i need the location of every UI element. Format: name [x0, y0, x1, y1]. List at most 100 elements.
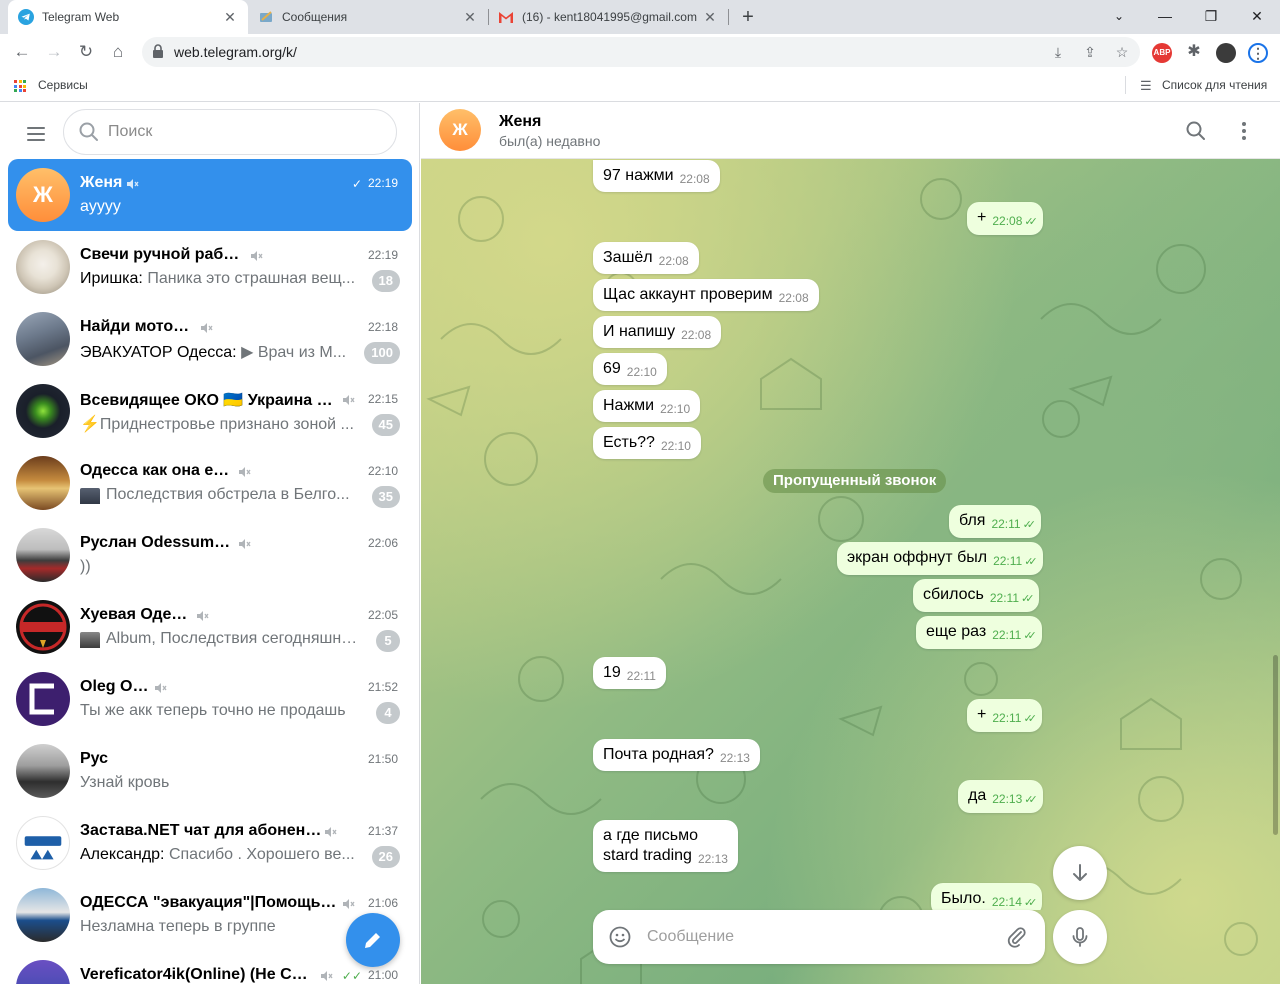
- scroll-down-button[interactable]: [1053, 846, 1107, 900]
- chat-item[interactable]: Найди мотобат 22:18 ЭВАКУАТОР Одесса: ▶ …: [8, 303, 412, 375]
- search-input[interactable]: [108, 121, 378, 143]
- message-out[interactable]: +22:08 ✓✓: [967, 202, 1043, 235]
- message-out[interactable]: да 22:13 ✓✓: [958, 780, 1043, 813]
- more-menu-icon[interactable]: ⋮: [1248, 43, 1268, 63]
- muted-icon: [325, 827, 337, 837]
- message-in[interactable]: Есть?? 22:10: [593, 427, 701, 459]
- message-out[interactable]: экран оффнут был 22:11 ✓✓: [837, 542, 1043, 575]
- media-thumbnail: [80, 488, 100, 504]
- attach-paperclip-icon[interactable]: [1005, 925, 1029, 949]
- new-tab-button[interactable]: +: [736, 5, 760, 29]
- install-app-icon[interactable]: ⤓: [1048, 42, 1068, 62]
- chat-preview: )): [80, 558, 91, 575]
- avatar: [16, 384, 70, 438]
- message-input[interactable]: [647, 926, 987, 948]
- chat-avatar[interactable]: Ж: [439, 109, 481, 151]
- message-out[interactable]: бля 22:11 ✓✓: [949, 505, 1042, 538]
- reading-list-button[interactable]: Список для чтения: [1162, 78, 1267, 92]
- chat-item[interactable]: Рус 21:50 Узнай кровь: [8, 735, 412, 807]
- bookmark-star-icon[interactable]: ☆: [1112, 42, 1132, 62]
- tab-separator: [728, 9, 729, 25]
- pencil-icon: [365, 933, 380, 948]
- tab-telegram-web[interactable]: Telegram Web ✕: [8, 0, 248, 34]
- more-vertical-icon[interactable]: [1232, 119, 1256, 143]
- unread-badge: 26: [371, 846, 400, 868]
- chat-item[interactable]: Застава.NET чат для абонентов 21:37 Алек…: [8, 807, 412, 879]
- reload-icon[interactable]: ↻: [74, 40, 98, 64]
- emoji-icon[interactable]: [608, 925, 632, 949]
- chat-item[interactable]: Свечи ручной работы 22:19 Иришка: Паника…: [8, 231, 412, 303]
- preview-text: ▶ Врач из М...: [241, 344, 347, 361]
- close-tab-icon[interactable]: ✕: [702, 9, 718, 26]
- avatar: [16, 744, 70, 798]
- microphone-icon: [1072, 927, 1088, 947]
- chat-time: 22:06: [367, 536, 398, 550]
- chat-item[interactable]: Всевидящее ОКО 🇺🇦 Украина во... 22:15 ⚡П…: [8, 375, 412, 447]
- message-out[interactable]: еще раз 22:11 ✓✓: [916, 616, 1042, 649]
- adblock-plus-icon[interactable]: ABP: [1152, 43, 1172, 63]
- minimize-icon[interactable]: —: [1142, 0, 1188, 34]
- browser-tab-bar: Telegram Web ✕ Сообщения ✕ (16) - kent18…: [0, 0, 1280, 34]
- tab-title: Telegram Web: [42, 10, 120, 24]
- hamburger-menu-icon[interactable]: [24, 123, 48, 147]
- preview-text: Спасибо . Хорошего ве...: [168, 846, 355, 863]
- tab-messages[interactable]: Сообщения ✕: [248, 0, 488, 34]
- back-icon[interactable]: ←: [10, 40, 34, 64]
- message-in[interactable]: 97 нажми 22:08: [593, 160, 720, 192]
- close-window-icon[interactable]: ✕: [1234, 0, 1280, 34]
- voice-message-button[interactable]: [1053, 910, 1107, 964]
- message-in[interactable]: а где письмо stard trading 22:13: [593, 820, 738, 872]
- chat-preview: Ты же акк теперь точно не продашь: [80, 702, 346, 719]
- chat-time: 21:00: [367, 968, 398, 982]
- preview-text: Последствия обстрела в Белго...: [106, 486, 350, 503]
- forward-icon[interactable]: →: [42, 40, 66, 64]
- message-in[interactable]: Щас аккаунт проверим 22:08: [593, 279, 819, 311]
- close-tab-icon[interactable]: ✕: [462, 9, 478, 26]
- muted-icon: [239, 467, 251, 477]
- message-in[interactable]: Почта родная? 22:13: [593, 739, 760, 771]
- close-tab-icon[interactable]: ✕: [222, 9, 238, 26]
- xydessa-logo: [19, 603, 67, 651]
- chat-item[interactable]: Хуевая Одесса 22:05 Album, Последствия с…: [8, 591, 412, 663]
- chat-name: ОДЕССА "эвакуация"|Помощь бе...: [80, 894, 338, 911]
- profile-avatar[interactable]: [1216, 43, 1236, 63]
- message-composer: [593, 910, 1045, 964]
- unread-badge: 4: [376, 702, 400, 724]
- tab-title: Сообщения: [282, 10, 348, 24]
- address-bar[interactable]: web.telegram.org/k/ ⤓ ⇪ ☆: [142, 37, 1140, 67]
- search-icon[interactable]: [1184, 119, 1208, 143]
- extensions-puzzle-icon[interactable]: ✱: [1184, 42, 1204, 62]
- chat-time: 22:19: [367, 248, 398, 262]
- chat-header[interactable]: Ж Женя был(а) недавно: [421, 103, 1280, 159]
- muted-icon: [127, 179, 139, 189]
- chat-name: Застава.NET чат для абонентов: [80, 822, 322, 839]
- new-message-button[interactable]: [346, 913, 400, 967]
- message-in[interactable]: Нажми 22:10: [593, 390, 701, 422]
- search-box[interactable]: [63, 109, 397, 155]
- lock-icon: [153, 44, 163, 58]
- tab-gmail[interactable]: (16) - kent18041995@gmail.com ✕: [488, 0, 728, 34]
- message-in[interactable]: 69 22:10: [593, 353, 667, 385]
- scrollbar-thumb[interactable]: [1273, 655, 1278, 835]
- apps-grid-icon[interactable]: [14, 80, 26, 92]
- chat-item[interactable]: Одесса как она есть 22:10 Последствия об…: [8, 447, 412, 519]
- apps-bookmark[interactable]: Сервисы: [38, 78, 88, 92]
- message-out[interactable]: Было. 22:14 ✓✓: [931, 883, 1043, 910]
- chat-item[interactable]: Руслан Odessum777 22:06 )): [8, 519, 412, 591]
- message-out[interactable]: +22:11 ✓✓: [967, 699, 1042, 732]
- chat-item[interactable]: Oleg Oleg 21:52 Ты же акк теперь точно н…: [8, 663, 412, 735]
- maximize-icon[interactable]: ❐: [1188, 0, 1234, 34]
- message-in[interactable]: Зашёл 22:08: [593, 242, 699, 274]
- message-out[interactable]: сбилось 22:11 ✓✓: [913, 579, 1040, 612]
- chat-time: 22:10: [367, 464, 398, 478]
- tab-search-icon[interactable]: ⌄: [1096, 0, 1142, 34]
- avatar: Ж: [16, 168, 70, 222]
- message-in[interactable]: 19 22:11: [593, 657, 666, 689]
- share-icon[interactable]: ⇪: [1080, 42, 1100, 62]
- preview-sender: Иришка:: [80, 270, 148, 287]
- chat-item-zhenya[interactable]: Ж Женя ✓ 22:19 ayyyy: [8, 159, 412, 231]
- double-check-icon: ✓✓: [1023, 713, 1037, 725]
- home-icon[interactable]: ⌂: [106, 40, 130, 64]
- chat-preview: ayyyy: [80, 198, 121, 215]
- message-in[interactable]: И напишу 22:08: [593, 316, 722, 348]
